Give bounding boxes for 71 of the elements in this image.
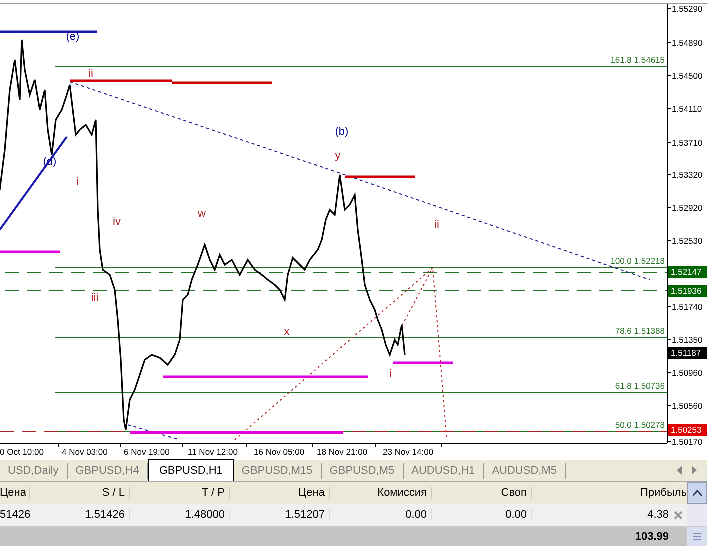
horizontal-line xyxy=(0,250,60,254)
scroll-up-button[interactable] xyxy=(687,482,707,504)
total-profit: 103.99 xyxy=(634,531,670,543)
wave-label: (b) xyxy=(335,126,349,138)
wave-label: i xyxy=(390,368,392,380)
wave-label: x xyxy=(284,326,290,338)
wave-label: (e) xyxy=(66,31,80,43)
time-axis-label: 4 Nov 03:00 xyxy=(62,447,108,457)
price-axis-label: 1.51740 xyxy=(672,302,703,312)
fibonacci-level-label: 61.8 1.50736 xyxy=(615,381,665,391)
time-axis-label: 16 Nov 05:00 xyxy=(254,447,305,457)
chart-tab[interactable]: GBPUSD,M5 xyxy=(322,463,404,479)
price-axis-label: 1.50560 xyxy=(672,401,703,411)
wave-label: iv xyxy=(113,216,121,228)
wave-label: ii xyxy=(88,68,94,80)
price-axis-label: 1.53320 xyxy=(672,170,703,180)
price-tag: 1.50253 xyxy=(668,424,707,436)
scroll-right-icon[interactable] xyxy=(690,466,698,475)
time-axis-label: 18 Nov 21:00 xyxy=(317,447,368,457)
fibonacci-level-label: 161.8 1.54615 xyxy=(610,55,665,65)
chart-tab[interactable]: GBPUSD,H1 xyxy=(148,459,234,481)
scrollbar-thumb[interactable] xyxy=(687,527,707,546)
table-cell: 1.51426 xyxy=(30,509,130,521)
close-icon[interactable] xyxy=(674,510,682,520)
scroll-left-icon[interactable] xyxy=(676,466,684,475)
price-tag: 1.52147 xyxy=(668,266,707,278)
table-cell: 0.00 xyxy=(330,509,432,521)
column-header[interactable]: T / P xyxy=(130,487,230,499)
price-axis-label: 1.55290 xyxy=(672,4,703,14)
price-axis-label: 1.52530 xyxy=(672,236,703,246)
price-axis-label: 1.54890 xyxy=(672,38,703,48)
fibonacci-level-label: 100.0 1.52218 xyxy=(610,256,665,266)
wave-label: iii xyxy=(91,292,99,304)
fibonacci-level-label: 78.6 1.51388 xyxy=(615,326,665,336)
price-axis-label: 1.50170 xyxy=(672,437,703,447)
price-axis-label: 1.52920 xyxy=(672,203,703,213)
chart-tab[interactable]: AUDUSD,H1 xyxy=(404,463,484,479)
time-axis-label: 23 Nov 14:00 xyxy=(383,447,434,457)
wave-label: ii xyxy=(434,219,440,231)
horizontal-line xyxy=(393,362,453,364)
wave-label: y xyxy=(335,150,341,162)
column-header[interactable]: Прибыль xyxy=(532,487,687,499)
price-axis-label: 1.51350 xyxy=(672,335,703,345)
caret-up-icon xyxy=(692,490,702,496)
fibonacci-level-label: 50.0 1.50278 xyxy=(615,420,665,430)
price-axis-label: 1.50960 xyxy=(672,368,703,378)
horizontal-line xyxy=(345,176,415,178)
price-axis-label: 1.54500 xyxy=(672,71,703,81)
chart-tab[interactable]: GBPUSD,M15 xyxy=(234,463,322,479)
chart-tab[interactable]: AUDUSD,M5 xyxy=(484,463,566,479)
price-axis-label: 1.53710 xyxy=(672,138,703,148)
wave-label: w xyxy=(198,208,206,220)
column-header[interactable]: Комиссия xyxy=(330,487,432,499)
price-axis-label: 1.54110 xyxy=(672,104,702,114)
time-axis-label: 0 Oct 10:00 xyxy=(0,447,44,457)
table-cell: 0.00 xyxy=(432,509,532,521)
table-cell-text: 4.38 xyxy=(646,509,669,521)
wave-label: i xyxy=(76,176,80,188)
column-header[interactable]: Своп xyxy=(432,487,532,499)
table-cell: 1.51207 xyxy=(230,509,330,521)
time-axis-label: 11 Nov 12:00 xyxy=(188,447,238,457)
column-header[interactable]: Цена xyxy=(230,487,330,499)
time-axis-label: 6 Nov 19:00 xyxy=(124,447,170,457)
price-tag: 1.51936 xyxy=(668,285,707,297)
price-tag: 1.51187 xyxy=(668,347,707,359)
column-header[interactable]: Цена xyxy=(0,487,30,499)
column-header[interactable]: S / L xyxy=(30,487,130,499)
scroll-thumb-icon[interactable] xyxy=(693,533,701,541)
table-cell: 51426 xyxy=(0,509,30,521)
chart-tab[interactable]: USD,Daily xyxy=(0,463,68,479)
table-cell: 1.48000 xyxy=(130,509,230,521)
